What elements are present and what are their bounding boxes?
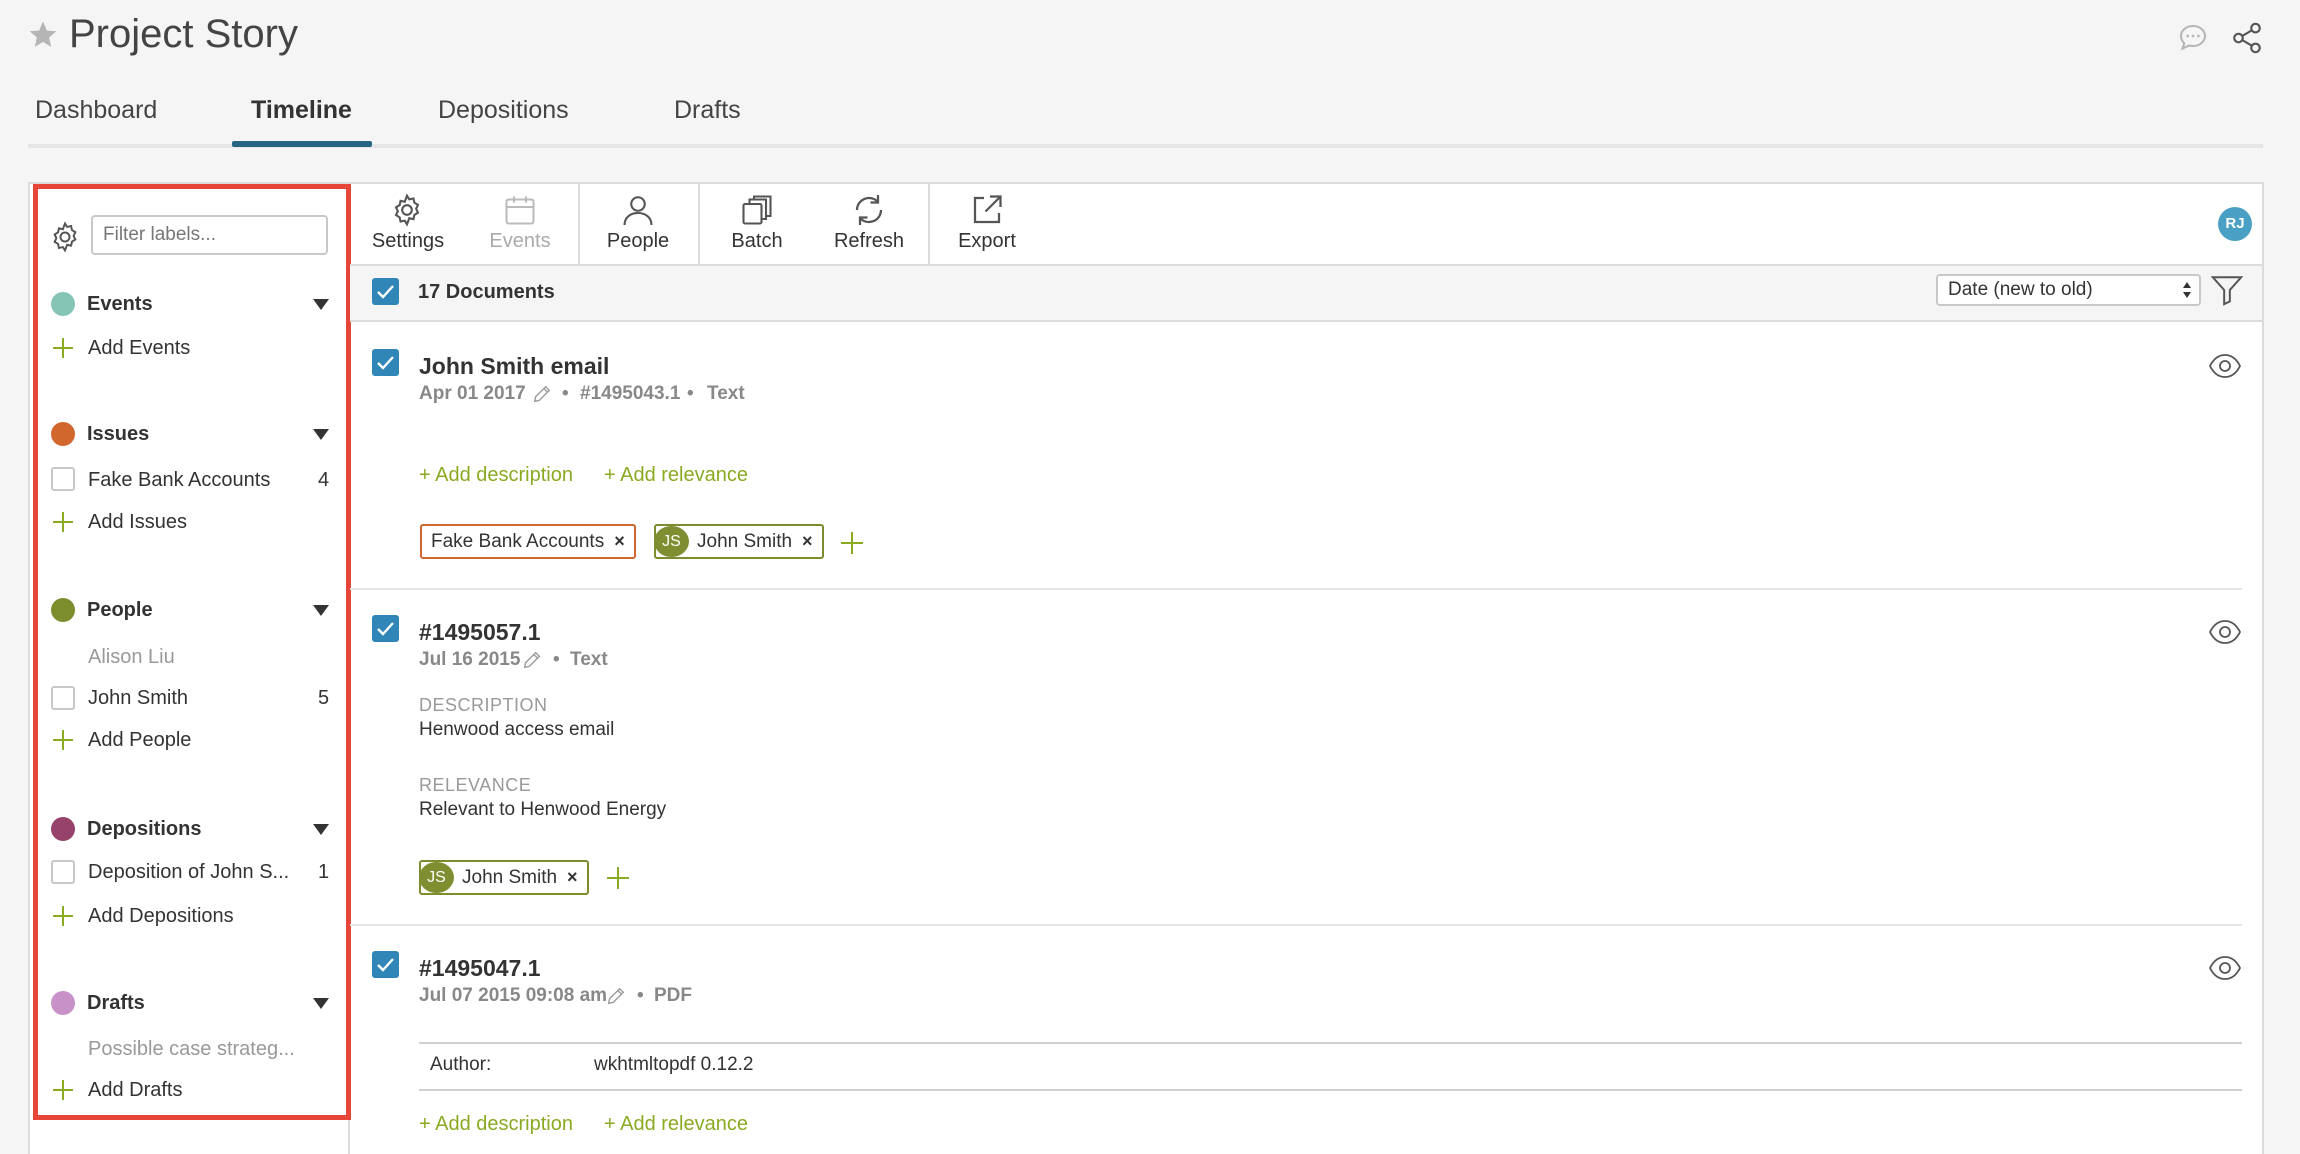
star-icon[interactable]: [27, 19, 59, 51]
remove-tag-icon[interactable]: ×: [614, 531, 625, 552]
preview-eye-icon[interactable]: [2208, 619, 2242, 645]
document-type: Text: [570, 649, 608, 670]
add-description-link[interactable]: + Add description: [419, 1113, 573, 1136]
add-relevance-link[interactable]: + Add relevance: [604, 1113, 748, 1136]
add-tag-plus-icon[interactable]: [606, 866, 630, 890]
issue-tag-label: Fake Bank Accounts: [431, 530, 605, 552]
document-divider: [350, 924, 2242, 926]
meta-separator: •: [562, 383, 569, 404]
document-checkbox[interactable]: [372, 349, 399, 376]
relevance-value[interactable]: Relevant to Henwood Energy: [419, 799, 666, 821]
tab-dashboard[interactable]: Dashboard: [35, 96, 157, 125]
author-label: Author:: [430, 1054, 492, 1075]
description-label: DESCRIPTION: [419, 695, 548, 715]
add-relevance-link[interactable]: + Add relevance: [604, 464, 748, 487]
person-icon[interactable]: [620, 192, 656, 228]
document-type: Text: [707, 383, 745, 404]
document-divider: [350, 588, 2242, 590]
document-type: PDF: [654, 985, 692, 1006]
document-checkbox[interactable]: [372, 951, 399, 978]
document-date: Jul 07 2015 09:08 am: [419, 985, 608, 1006]
document-date: Apr 01 2017: [419, 383, 526, 404]
person-tag[interactable]: JS John Smith ×: [654, 524, 824, 559]
active-tab-indicator: [232, 141, 372, 147]
refresh-icon[interactable]: [851, 192, 887, 228]
tab-depositions[interactable]: Depositions: [438, 96, 569, 125]
add-description-link[interactable]: + Add description: [419, 464, 573, 487]
document-title[interactable]: #1495057.1: [419, 619, 541, 646]
metadata-table-border: [419, 1042, 2242, 1044]
remove-tag-icon[interactable]: ×: [802, 531, 813, 552]
person-tag-label: John Smith: [462, 866, 558, 888]
sidebar-highlight-box: [33, 184, 351, 1120]
preview-eye-icon[interactable]: [2208, 353, 2242, 379]
edit-pencil-icon[interactable]: [531, 383, 553, 405]
settings-gear-icon[interactable]: [389, 192, 425, 228]
tab-drafts[interactable]: Drafts: [674, 96, 741, 125]
batch-button[interactable]: Batch: [697, 230, 817, 253]
meta-separator: •: [637, 985, 644, 1006]
document-title[interactable]: John Smith email: [419, 353, 609, 380]
edit-pencil-icon[interactable]: [521, 649, 543, 671]
settings-button[interactable]: Settings: [348, 230, 468, 253]
document-id: #1495043.1: [580, 383, 681, 404]
metadata-table-border: [419, 1089, 2242, 1091]
user-avatar[interactable]: RJ: [2218, 207, 2252, 241]
meta-separator: •: [553, 649, 560, 670]
tab-timeline[interactable]: Timeline: [251, 96, 352, 125]
document-count: 17 Documents: [418, 281, 555, 303]
person-tag[interactable]: JS John Smith ×: [419, 860, 589, 895]
select-arrows-icon: [2183, 282, 2191, 298]
issue-tag[interactable]: Fake Bank Accounts ×: [420, 524, 636, 559]
select-all-checkbox[interactable]: [372, 278, 399, 305]
remove-tag-icon[interactable]: ×: [567, 867, 578, 888]
preview-eye-icon[interactable]: [2208, 955, 2242, 981]
people-button[interactable]: People: [578, 230, 698, 253]
edit-pencil-icon[interactable]: [605, 985, 627, 1007]
document-date: Jul 16 2015: [419, 649, 521, 670]
export-icon[interactable]: [969, 192, 1005, 228]
meta-separator: •: [687, 383, 694, 404]
relevance-label: RELEVANCE: [419, 775, 532, 795]
export-button[interactable]: Export: [927, 230, 1047, 253]
person-initials-avatar: JS: [419, 862, 454, 893]
document-title[interactable]: #1495047.1: [419, 955, 541, 982]
person-tag-label: John Smith: [697, 530, 793, 552]
description-value[interactable]: Henwood access email: [419, 719, 614, 741]
page-title: Project Story: [69, 12, 298, 56]
filter-funnel-icon[interactable]: [2210, 273, 2244, 307]
add-tag-plus-icon[interactable]: [840, 531, 864, 555]
events-button-disabled: Events: [489, 230, 551, 252]
document-checkbox[interactable]: [372, 615, 399, 642]
author-value: wkhtmltopdf 0.12.2: [594, 1054, 754, 1075]
person-initials-avatar: JS: [654, 526, 689, 557]
timeline-panel: [28, 182, 2264, 1154]
sort-select[interactable]: Date (new to old): [1936, 274, 2201, 306]
batch-copy-icon[interactable]: [739, 192, 775, 228]
chat-icon[interactable]: [2176, 22, 2210, 54]
refresh-button[interactable]: Refresh: [809, 230, 929, 253]
share-icon[interactable]: [2230, 20, 2264, 56]
calendar-icon: [505, 196, 535, 225]
